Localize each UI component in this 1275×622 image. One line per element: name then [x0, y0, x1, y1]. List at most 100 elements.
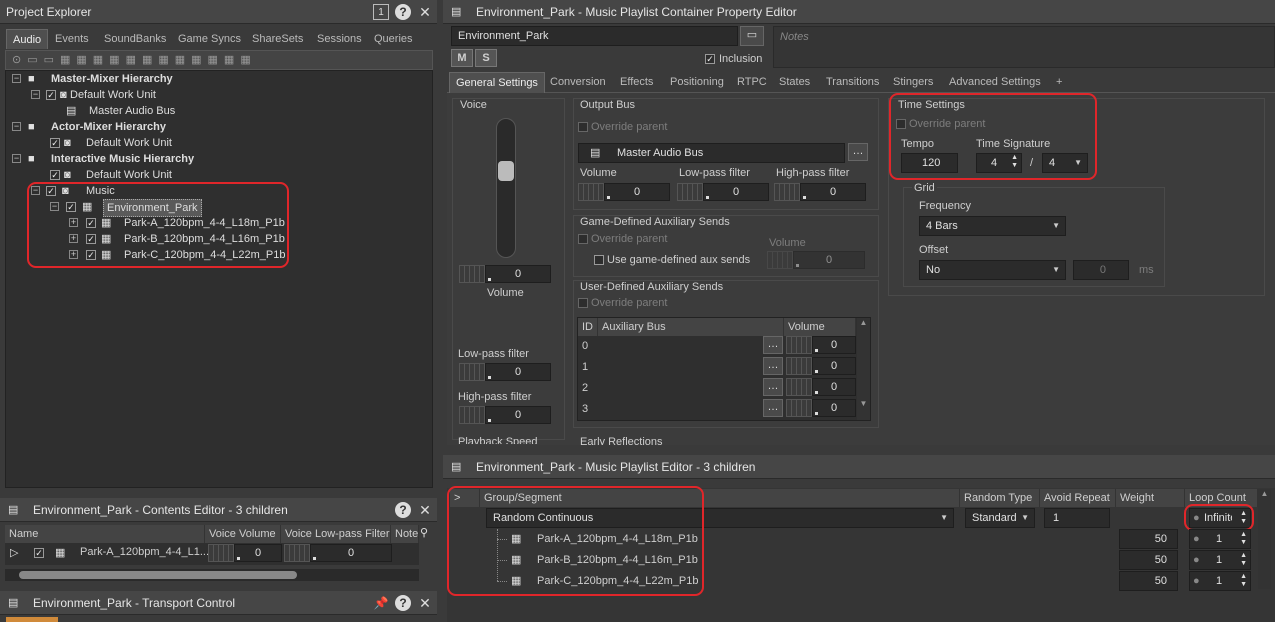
checkbox[interactable]: ✓ — [34, 548, 44, 558]
tab-sharesets[interactable]: ShareSets — [246, 29, 309, 49]
aux-volume-slider[interactable]: 0 — [786, 398, 856, 418]
expand-arrow-icon[interactable]: ▷ — [10, 546, 18, 560]
close-icon[interactable]: ✕ — [417, 502, 433, 518]
voice-lpf-slider[interactable]: 0 — [284, 543, 392, 563]
tree-master-mixer-hierarchy[interactable]: Master-Mixer Hierarchy — [51, 71, 173, 87]
tab-game-syncs[interactable]: Game Syncs — [172, 29, 247, 49]
output-bus-browse-button[interactable]: … — [848, 143, 868, 161]
voice-volume-slider[interactable]: 0 — [208, 543, 282, 563]
tab-queries[interactable]: Queries — [368, 29, 419, 49]
tree-default-work-unit[interactable]: Default Work Unit — [70, 87, 156, 103]
help-icon[interactable]: ? — [395, 502, 411, 518]
checkbox[interactable]: ✓ — [50, 138, 60, 148]
loop-field[interactable]: 1 ▲ ▼ ● — [1189, 550, 1251, 570]
close-icon[interactable]: ✕ — [417, 595, 433, 611]
collapse-icon[interactable]: − — [31, 90, 40, 99]
column-weight[interactable]: Weight — [1116, 489, 1185, 507]
user-aux-scrollbar[interactable]: ▲ ▼ — [857, 318, 870, 420]
inclusion-checkbox[interactable]: ✓ — [705, 54, 715, 64]
output-lpf-slider[interactable]: 0 — [677, 182, 769, 202]
aux-bus-browse-button[interactable]: … — [763, 336, 783, 354]
object-name-button[interactable]: ▭ — [740, 26, 764, 46]
column-name[interactable]: Name — [5, 525, 205, 543]
avoid-repeat-field[interactable]: 1 — [1044, 508, 1110, 528]
voice-volume-slider[interactable]: 0 — [459, 264, 551, 284]
output-hpf-slider[interactable]: 0 — [774, 182, 866, 202]
help-icon[interactable]: ? — [395, 595, 411, 611]
tab-sessions[interactable]: Sessions — [311, 29, 368, 49]
toolbar-icons[interactable]: ⊙▭▭▦▦▦▦▦▦▦▦▦▦▦▦ — [12, 53, 257, 66]
column-notes[interactable]: Notes — [391, 525, 419, 543]
tree-interactive-music-hierarchy[interactable]: Interactive Music Hierarchy — [51, 151, 194, 167]
tab-events[interactable]: Events — [49, 29, 95, 49]
output-volume-slider[interactable]: 0 — [578, 182, 670, 202]
tab-positioning[interactable]: Positioning — [664, 72, 730, 92]
collapse-icon[interactable]: − — [12, 122, 21, 131]
solo-button[interactable]: S — [475, 49, 497, 67]
voice-lpf-slider[interactable]: 0 — [459, 362, 551, 382]
tab-states[interactable]: States — [773, 72, 816, 92]
tab-rtpc[interactable]: RTPC — [731, 72, 773, 92]
stepper-icon[interactable]: ▲ ▼ — [1240, 573, 1247, 589]
tab-add[interactable]: + — [1050, 72, 1068, 92]
column-avoid-repeat[interactable]: Avoid Repeat — [1040, 489, 1116, 507]
game-aux-volume-slider[interactable]: 0 — [767, 250, 865, 270]
checkbox[interactable]: ✓ — [46, 90, 56, 100]
tab-conversion[interactable]: Conversion — [544, 72, 612, 92]
tab-stingers[interactable]: Stingers — [887, 72, 939, 92]
override-parent-checkbox[interactable] — [578, 122, 588, 132]
stepper-icon[interactable]: ▲ ▼ — [1240, 552, 1247, 568]
frequency-dropdown[interactable]: 4 Bars ▼ — [919, 216, 1066, 236]
loop-field[interactable]: 1 ▲ ▼ ● — [1189, 529, 1251, 549]
tab-general-settings[interactable]: General Settings — [449, 72, 545, 93]
offset-value-field[interactable]: 0 — [1073, 260, 1129, 280]
horizontal-scrollbar[interactable] — [5, 569, 419, 581]
search-icon[interactable]: ⚲ — [420, 526, 428, 540]
aux-bus-browse-button[interactable]: … — [763, 357, 783, 375]
random-type-dropdown[interactable]: Standard ▼ — [965, 508, 1035, 528]
aux-volume-slider[interactable]: 0 — [786, 335, 856, 355]
collapse-icon[interactable]: − — [12, 74, 21, 83]
collapse-icon[interactable]: − — [12, 154, 21, 163]
use-game-aux-checkbox[interactable] — [594, 255, 604, 265]
column-id[interactable]: ID — [578, 318, 598, 336]
column-random-type[interactable]: Random Type — [960, 489, 1040, 507]
voice-hpf-slider[interactable]: 0 — [459, 405, 551, 425]
weight-field[interactable]: 50 — [1119, 571, 1178, 591]
output-bus-field[interactable]: Master Audio Bus — [578, 143, 845, 163]
tab-effects[interactable]: Effects — [614, 72, 659, 92]
layout-icon[interactable]: 1 — [373, 4, 389, 20]
tab-transitions[interactable]: Transitions — [820, 72, 885, 92]
tree-default-work-unit[interactable]: Default Work Unit — [86, 135, 172, 151]
notes-area[interactable]: Notes — [773, 26, 1275, 68]
tree-default-work-unit[interactable]: Default Work Unit — [86, 167, 172, 183]
column-auxiliary-bus[interactable]: Auxiliary Bus — [598, 318, 784, 336]
transport-tab[interactable] — [6, 617, 58, 622]
object-name-field[interactable]: Environment_Park — [451, 26, 738, 46]
aux-volume-slider[interactable]: 0 — [786, 377, 856, 397]
tree-actor-mixer-hierarchy[interactable]: Actor-Mixer Hierarchy — [51, 119, 166, 135]
override-parent-checkbox[interactable] — [578, 298, 588, 308]
tab-audio[interactable]: Audio — [6, 29, 49, 49]
tab-advanced-settings[interactable]: Advanced Settings — [943, 72, 1047, 92]
pin-icon[interactable]: 📌 — [373, 595, 389, 611]
weight-field[interactable]: 50 — [1119, 550, 1178, 570]
mute-button[interactable]: M — [451, 49, 473, 67]
aux-bus-browse-button[interactable]: … — [763, 378, 783, 396]
stepper-icon[interactable]: ▲ ▼ — [1240, 531, 1247, 547]
offset-dropdown[interactable]: No ▼ — [919, 260, 1066, 280]
voice-volume-fader[interactable] — [496, 118, 516, 258]
tree-master-audio-bus[interactable]: Master Audio Bus — [89, 103, 175, 119]
column-volume[interactable]: Volume — [784, 318, 856, 336]
weight-field[interactable]: 50 — [1119, 529, 1178, 549]
column-voice-volume[interactable]: Voice Volume — [205, 525, 281, 543]
override-parent-checkbox[interactable] — [578, 234, 588, 244]
help-icon[interactable]: ? — [395, 4, 411, 20]
loop-field[interactable]: 1 ▲ ▼ ● — [1189, 571, 1251, 591]
aux-volume-slider[interactable]: 0 — [786, 356, 856, 376]
column-voice-lpf[interactable]: Voice Low-pass Filter — [281, 525, 391, 543]
tab-soundbanks[interactable]: SoundBanks — [98, 29, 172, 49]
playlist-scrollbar[interactable]: ▲ — [1258, 489, 1271, 589]
aux-bus-browse-button[interactable]: … — [763, 399, 783, 417]
contents-row[interactable]: ▷ ✓ ▦ Park-A_120bpm_4-4_L1... 0 0 — [5, 543, 419, 565]
